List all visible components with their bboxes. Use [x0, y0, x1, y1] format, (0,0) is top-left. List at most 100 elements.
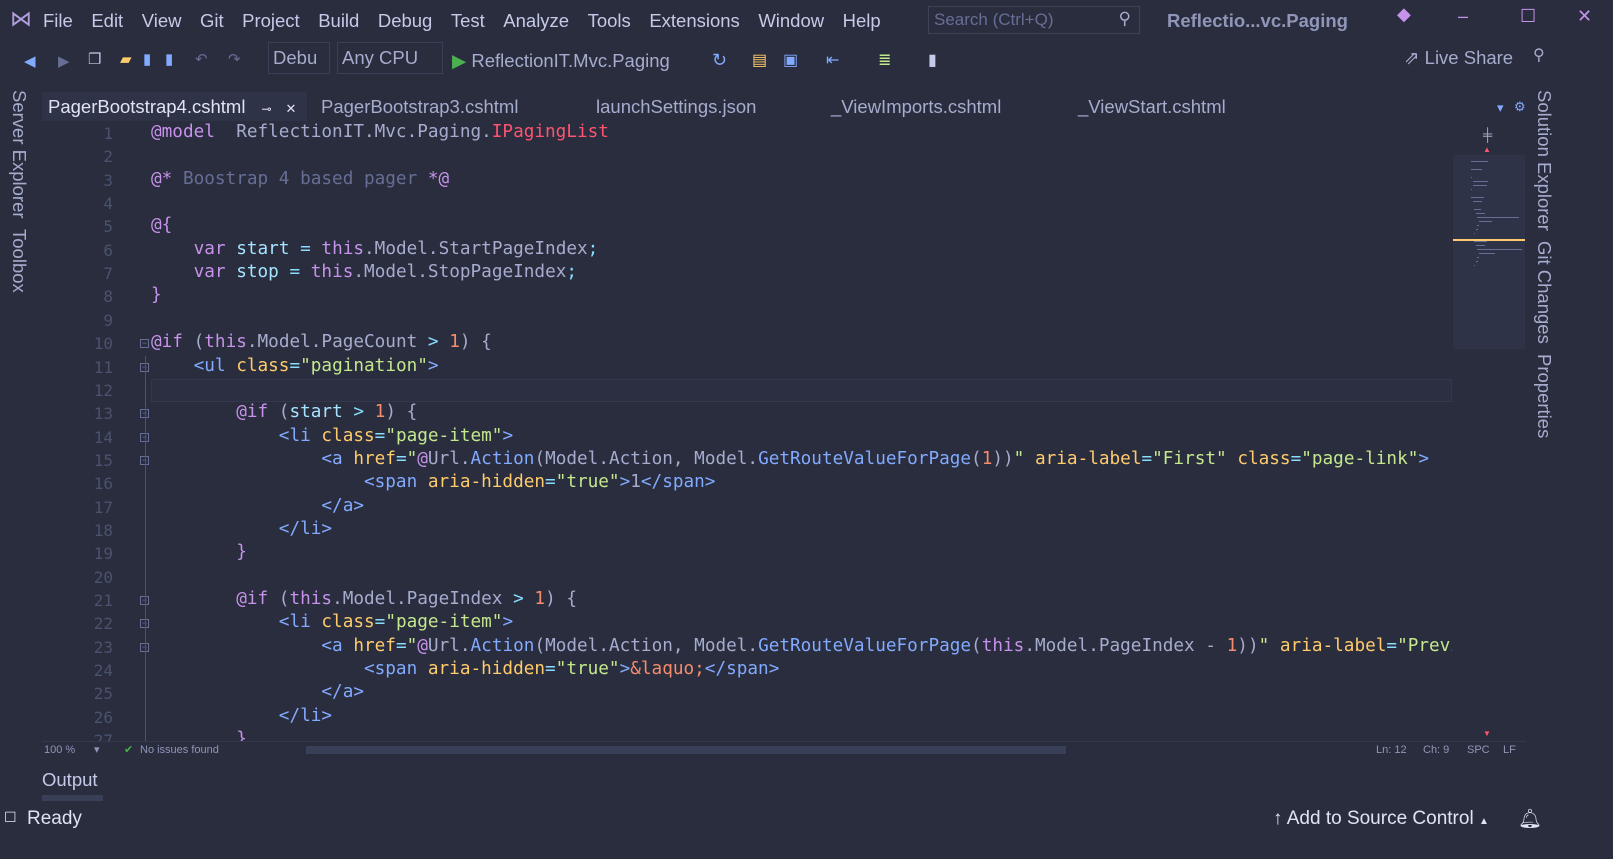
find-in-files-icon[interactable]: ▤ [752, 50, 767, 70]
code-line[interactable]: @* Boostrap 4 based pager *@ [151, 169, 449, 189]
menu-test[interactable]: Test [451, 10, 485, 32]
save-all-icon[interactable]: ▮ [165, 50, 173, 68]
code-line[interactable]: <ul class="pagination"> [151, 356, 439, 376]
code-token: href [342, 635, 396, 656]
issues-status[interactable]: No issues found [140, 744, 219, 756]
menu-analyze[interactable]: Analyze [503, 10, 569, 32]
line-number: 22 [93, 614, 113, 634]
code-line[interactable]: } [151, 285, 162, 305]
tab--viewimports-cshtml[interactable]: _ViewImports.cshtml [825, 92, 1007, 121]
redo-icon[interactable]: ↷ [228, 50, 241, 68]
code-line[interactable]: <li class="page-item"> [151, 426, 513, 446]
code-line[interactable]: <span aria-hidden="true">1</span> [151, 472, 715, 492]
code-line[interactable]: var stop = this.Model.StopPageIndex; [151, 262, 577, 282]
menu-project[interactable]: Project [242, 10, 300, 32]
browser-icon[interactable]: ▣ [783, 50, 798, 70]
tab-list-icon[interactable]: ▾ [1497, 100, 1504, 116]
run-button[interactable]: ▶ ReflectionIT.Mvc.Paging [452, 50, 670, 72]
menu-help[interactable]: Help [843, 10, 881, 32]
code-line[interactable]: } [151, 542, 247, 562]
account-icon[interactable]: ⚲ [1533, 45, 1545, 65]
code-line[interactable]: @if (start > 1) { [151, 402, 417, 422]
code-line[interactable]: @if (this.Model.PageCount > 1) { [151, 332, 492, 352]
code-line[interactable]: <li class="page-item"> [151, 612, 513, 632]
zoom-dropdown-icon[interactable]: ▾ [94, 743, 100, 756]
settings-icon[interactable]: ⚙ [1514, 99, 1526, 115]
minimap-viewport[interactable] [1453, 155, 1525, 349]
code-line[interactable]: </li> [151, 519, 332, 539]
code-line[interactable]: <a href="@Url.Action(Model.Action, Model… [151, 636, 1452, 656]
pin-icon[interactable]: ⊸ [261, 102, 271, 116]
menu-view[interactable]: View [142, 10, 182, 32]
panel-server-explorer[interactable]: Server Explorer [8, 90, 30, 219]
bookmark-icon[interactable]: ▮ [928, 50, 937, 70]
search-input[interactable]: Search (Ctrl+Q) ⚲ [928, 6, 1140, 34]
menu-edit[interactable]: Edit [91, 10, 123, 32]
menu-build[interactable]: Build [318, 10, 359, 32]
forward-icon[interactable]: ▶ [58, 52, 70, 70]
zoom-level[interactable]: 100 % [44, 744, 75, 756]
code-line[interactable]: </a> [151, 682, 364, 702]
code-token: *@ [427, 168, 450, 189]
tab--viewstart-cshtml[interactable]: _ViewStart.cshtml [1072, 92, 1232, 121]
code-line[interactable]: } [151, 729, 247, 741]
code-line[interactable]: <a href="@Url.Action(Model.Action, Model… [151, 449, 1429, 469]
code-token: "First" [1152, 448, 1227, 469]
add-to-source-control-button[interactable]: ↑ Add to Source Control ▲ [1273, 808, 1489, 830]
back-icon[interactable]: ◀ [24, 52, 36, 70]
panel-toolbox[interactable]: Toolbox [8, 229, 30, 293]
tab-pagerbootstrap4-cshtml[interactable]: PagerBootstrap4.cshtml ⊸ ✕ [42, 92, 307, 121]
menu-tools[interactable]: Tools [588, 10, 631, 32]
horizontal-scrollbar[interactable] [306, 746, 1066, 754]
line-ending[interactable]: LF [1503, 744, 1516, 756]
save-icon[interactable]: ▮ [143, 50, 151, 68]
comment-icon[interactable]: ≣ [878, 50, 891, 70]
code-line[interactable]: @model ReflectionIT.Mvc.Paging.IPagingLi… [151, 122, 609, 142]
code-token: this [321, 238, 365, 259]
panel-properties[interactable]: Properties [1533, 354, 1555, 438]
panel-solution-explorer[interactable]: Solution Explorer [1533, 90, 1555, 231]
live-share-button[interactable]: ⇗ Live Share [1404, 47, 1513, 69]
new-project-icon[interactable]: ❐ [88, 50, 101, 68]
menu-extensions[interactable]: Extensions [649, 10, 740, 32]
code-token: 1 [438, 332, 460, 353]
step-icon[interactable]: ⇤ [826, 50, 839, 70]
minimize-button[interactable]: – [1458, 6, 1468, 27]
maximize-button[interactable]: ☐ [1520, 6, 1536, 27]
editor-status: 100 % ▾ ✔ No issues found Ln: 12 Ch: 9 S… [42, 741, 1526, 759]
menu-debug[interactable]: Debug [378, 10, 433, 32]
code-line[interactable]: @{ [151, 215, 172, 235]
close-tab-icon[interactable]: ✕ [286, 101, 297, 116]
code-line[interactable]: var start = this.Model.StartPageIndex; [151, 238, 599, 259]
menu-bar: File Edit View Git Project Build Debug Test Anal… [43, 10, 899, 32]
code-token: aria-label [1024, 448, 1142, 469]
code-line[interactable]: <span aria-hidden="true">&laquo;</span> [151, 659, 779, 679]
close-button[interactable]: ✕ [1577, 6, 1592, 27]
spacing-mode[interactable]: SPC [1467, 744, 1490, 756]
panel-git-changes[interactable]: Git Changes [1533, 241, 1555, 344]
code-token: @ [417, 448, 428, 469]
tab-pagerbootstrap3-cshtml[interactable]: PagerBootstrap3.cshtml [315, 92, 524, 121]
split-icon[interactable]: ╪ [1483, 127, 1492, 142]
code-line[interactable]: </a> [151, 496, 364, 516]
code-editor[interactable]: 1 @model ReflectionIT.Mvc.Paging.IPagingL… [42, 121, 1452, 741]
code-line[interactable]: @if (this.Model.PageIndex > 1) { [151, 589, 577, 609]
minimap-scrollbar[interactable]: ╪ ▲ ▼ [1453, 121, 1525, 741]
menu-window[interactable]: Window [758, 10, 824, 32]
platform-dropdown[interactable]: Any CPU [337, 42, 443, 74]
notifications-icon[interactable]: 🔔︎ [1518, 807, 1542, 831]
code-token: &laquo; [630, 659, 705, 680]
menu-git[interactable]: Git [200, 10, 224, 32]
tab-launchsettings-json[interactable]: launchSettings.json [590, 92, 762, 121]
configuration-dropdown[interactable]: Debu [268, 42, 330, 74]
fold-toggle-icon[interactable]: − [140, 339, 149, 349]
code-line[interactable]: </li> [151, 706, 332, 726]
refresh-icon[interactable]: ↻ [712, 50, 727, 71]
menu-file[interactable]: File [43, 10, 73, 32]
open-file-icon[interactable]: ▰ [120, 50, 132, 68]
output-tab[interactable]: Output [42, 769, 103, 801]
feedback-icon[interactable]: ◆ [1397, 4, 1411, 25]
undo-icon[interactable]: ↶ [195, 50, 208, 68]
code-token: class [310, 425, 375, 446]
